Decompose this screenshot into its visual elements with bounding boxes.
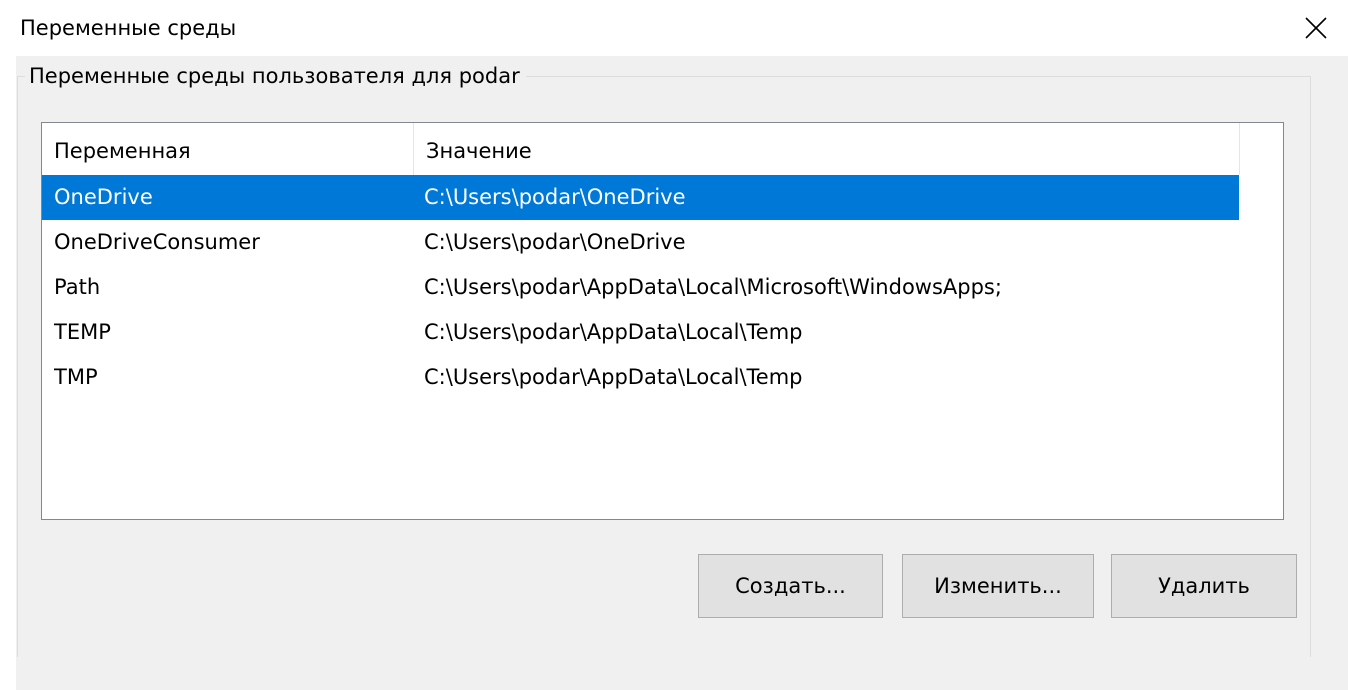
delete-variable-button[interactable]: Удалить: [1111, 554, 1297, 618]
window-title: Переменные среды: [20, 16, 237, 40]
new-variable-button[interactable]: Создать...: [698, 554, 883, 618]
column-divider[interactable]: [1239, 123, 1240, 175]
table-row[interactable]: Path C:\Users\podar\AppData\Local\Micros…: [42, 265, 1239, 310]
variable-value-cell: C:\Users\podar\AppData\Local\Microsoft\W…: [424, 275, 1002, 299]
title-bar: Переменные среды: [0, 0, 1348, 56]
variable-name-cell: TMP: [54, 365, 98, 389]
column-header-variable[interactable]: Переменная: [54, 123, 191, 175]
environment-variables-dialog: Переменные среды Переменные среды пользо…: [0, 0, 1348, 690]
column-divider[interactable]: [413, 123, 414, 175]
table-row[interactable]: TEMP C:\Users\podar\AppData\Local\Temp: [42, 310, 1239, 355]
user-variables-list[interactable]: Переменная Значение OneDrive C:\Users\po…: [41, 122, 1284, 520]
list-header: Переменная Значение: [42, 123, 1283, 175]
variable-name-cell: OneDriveConsumer: [54, 230, 260, 254]
variable-name-cell: OneDrive: [54, 185, 153, 209]
close-button[interactable]: [1284, 0, 1348, 56]
table-row[interactable]: TMP C:\Users\podar\AppData\Local\Temp: [42, 355, 1239, 400]
column-header-value[interactable]: Значение: [426, 123, 532, 175]
variable-value-cell: C:\Users\podar\OneDrive: [424, 230, 686, 254]
table-row[interactable]: OneDriveConsumer C:\Users\podar\OneDrive: [42, 220, 1239, 265]
variable-name-cell: Path: [54, 275, 101, 299]
variable-value-cell: C:\Users\podar\AppData\Local\Temp: [424, 320, 803, 344]
edit-variable-button[interactable]: Изменить...: [902, 554, 1094, 618]
variable-value-cell: C:\Users\podar\OneDrive: [424, 185, 686, 209]
table-row[interactable]: OneDrive C:\Users\podar\OneDrive: [42, 175, 1239, 220]
user-variables-group-label: Переменные среды пользователя для podar: [25, 60, 526, 92]
variable-name-cell: TEMP: [54, 320, 111, 344]
close-icon: [1305, 17, 1327, 39]
variable-value-cell: C:\Users\podar\AppData\Local\Temp: [424, 365, 803, 389]
